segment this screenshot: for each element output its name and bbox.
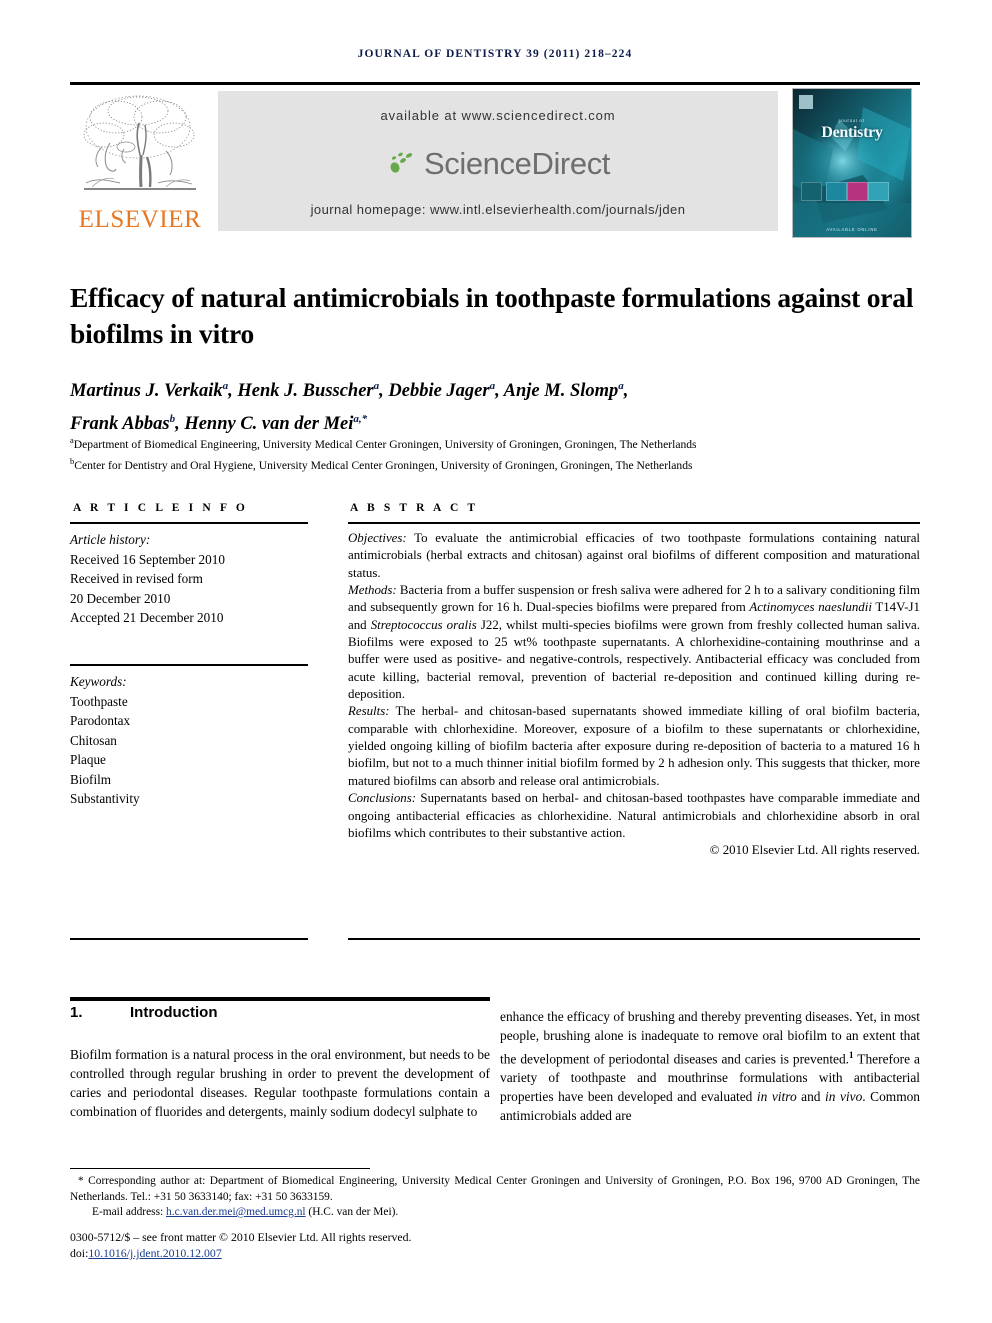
email-link[interactable]: h.c.van.der.mei@med.umcg.nl — [166, 1206, 306, 1218]
affiliation-b: bCenter for Dentistry and Oral Hygiene, … — [70, 455, 693, 472]
article-info-rule-bottom — [70, 938, 308, 940]
article-title: Efficacy of natural antimicrobials in to… — [70, 282, 914, 350]
history-item-0: Received 16 September 2010 — [70, 551, 225, 567]
available-at-text: available at www.sciencedirect.com — [380, 108, 616, 123]
history-item-3: Accepted 21 December 2010 — [70, 610, 224, 625]
affiliation-a: aDepartment of Biomedical Engineering, U… — [70, 435, 697, 451]
intro-italic-invivo: in vivo — [825, 1089, 863, 1105]
affil-mark: a,* — [353, 413, 368, 426]
journal-running-head: JOURNAL OF DENTISTRY 39 (2011) 218–224 — [357, 48, 633, 60]
corresponding-author-note: * Corresponding author at: Department of… — [70, 1174, 920, 1205]
keyword-2: Chitosan — [70, 732, 117, 748]
intro-italic-invitro: in vitro — [756, 1089, 797, 1105]
keyword-4: Biofilm — [70, 771, 112, 787]
footnote-block: * Corresponding author at: Department of… — [70, 1174, 920, 1221]
intro-right-and: and — [796, 1089, 826, 1105]
abstract-objectives: Objectives: To evaluate the antimicrobia… — [348, 530, 920, 582]
sciencedirect-leaf-icon — [386, 147, 420, 181]
email-label: E-mail address: — [92, 1206, 167, 1219]
article-info-rule-top — [70, 522, 308, 524]
cover-overline: journal of — [839, 119, 865, 124]
conclusions-text: Supernatants based on herbal- and chitos… — [348, 791, 920, 840]
introduction-column-right: enhance the efficacy of brushing and the… — [500, 1008, 920, 1126]
abstract-rule-bottom — [348, 938, 920, 940]
sciencedirect-banner: available at www.sciencedirect.com Scien… — [218, 91, 778, 231]
section-title: Introduction — [130, 1004, 218, 1021]
abstract-body: Objectives: To evaluate the antimicrobia… — [348, 530, 920, 860]
results-label: Results: — [348, 704, 390, 719]
article-history: Article history: Received 16 September 2… — [70, 530, 320, 628]
abstract-conclusions: Conclusions: Supernatants based on herba… — [348, 790, 920, 842]
elsevier-logo: ELSEVIER — [74, 91, 206, 236]
article-info-rule-mid — [70, 664, 308, 666]
results-text: The herbal- and chitosan-based supernata… — [348, 704, 920, 788]
history-item-2: 20 December 2010 — [70, 590, 171, 606]
cover-thumb-4 — [868, 182, 889, 201]
introduction-heading: 1. Introduction — [70, 1004, 490, 1021]
doi-link[interactable]: 10.1016/j.jdent.2010.12.007 — [88, 1246, 221, 1260]
affiliations: aDepartment of Biomedical Engineering, U… — [70, 432, 920, 474]
journal-homepage-text: journal homepage: www.intl.elsevierhealt… — [310, 202, 686, 217]
cover-title-block: journal of Dentistry — [793, 119, 911, 142]
header-top-rule — [70, 82, 920, 85]
abstract-results: Results: The herbal- and chitosan-based … — [348, 703, 920, 790]
abstract-copyright: © 2010 Elsevier Ltd. All rights reserved… — [709, 843, 920, 858]
front-matter-block: 0300-5712/$ – see front matter © 2010 El… — [70, 1229, 920, 1261]
sciencedirect-logo: ScienceDirect — [218, 138, 778, 190]
keywords-label: Keywords: — [70, 674, 127, 689]
footnote-rule — [70, 1168, 370, 1169]
affil-mark: a — [489, 380, 496, 392]
keyword-5: Substantivity — [70, 791, 140, 806]
sciencedirect-wordmark: ScienceDirect — [423, 146, 611, 181]
abstract-heading: A B S T R A C T — [350, 502, 479, 514]
keyword-1: Parodontax — [70, 713, 131, 728]
elsevier-tree-icon — [80, 91, 200, 203]
affil-mark: a — [618, 380, 624, 392]
objectives-text: To evaluate the antimicrobial efficacies… — [348, 531, 920, 580]
introduction-rule — [70, 997, 490, 1001]
publisher-banner: ELSEVIER available at www.sciencedirect.… — [70, 88, 920, 238]
doi-line: doi:10.1016/j.jdent.2010.12.007 — [70, 1245, 920, 1261]
article-info-heading: A R T I C L E I N F O — [73, 502, 248, 514]
cover-footer-text: AVAILABLE ONLINE — [826, 227, 878, 232]
journal-article-page: JOURNAL OF DENTISTRY 39 (2011) 218–224 E… — [0, 0, 992, 1323]
front-matter-line: 0300-5712/$ – see front matter © 2010 El… — [70, 1230, 412, 1244]
journal-cover-thumbnail: journal of Dentistry AVAILABLE ONLINE — [792, 88, 912, 238]
section-number: 1. — [70, 1004, 83, 1021]
cover-journal-name: Dentistry — [821, 124, 883, 141]
objectives-label: Objectives: — [348, 531, 407, 545]
elsevier-wordmark: ELSEVIER — [78, 206, 202, 233]
affil-mark: b — [169, 413, 176, 426]
keywords-block: Keywords: Toothpaste Parodontax Chitosan… — [70, 672, 320, 809]
affil-mark: a — [373, 380, 380, 392]
corresponding-text: Corresponding author at: Department of B… — [70, 1175, 920, 1203]
email-note: E-mail address: h.c.van.der.mei@med.umcg… — [70, 1205, 920, 1221]
cover-thumb-3 — [847, 182, 868, 201]
history-item-1: Received in revised form — [70, 571, 203, 586]
article-history-label: Article history: — [70, 532, 151, 547]
affil-mark: a — [222, 380, 229, 392]
abstract-rule-top — [348, 522, 920, 524]
email-suffix: (H.C. van der Mei). — [305, 1206, 399, 1219]
cover-thumb-1 — [801, 182, 822, 201]
doi-label: doi: — [70, 1246, 89, 1260]
cover-thumb-2 — [826, 182, 847, 201]
intro-paragraph-left: Biofilm formation is a natural process i… — [70, 1047, 490, 1119]
conclusions-label: Conclusions: — [348, 791, 417, 806]
author-list: Martinus J. Verkaika, Henk J. Busschera,… — [70, 380, 629, 435]
introduction-column-left: Biofilm formation is a natural process i… — [70, 1046, 490, 1122]
methods-species-1: Actinomyces naeslundii — [749, 600, 872, 615]
abstract-methods: Methods: Bacteria from a buffer suspensi… — [348, 582, 920, 703]
intro-paragraph-right: enhance the efficacy of brushing and the… — [500, 1008, 920, 1126]
methods-label: Methods: — [348, 583, 397, 598]
keyword-3: Plaque — [70, 752, 106, 767]
keyword-0: Toothpaste — [70, 693, 128, 709]
methods-species-2: Streptococcus oralis — [370, 617, 477, 632]
